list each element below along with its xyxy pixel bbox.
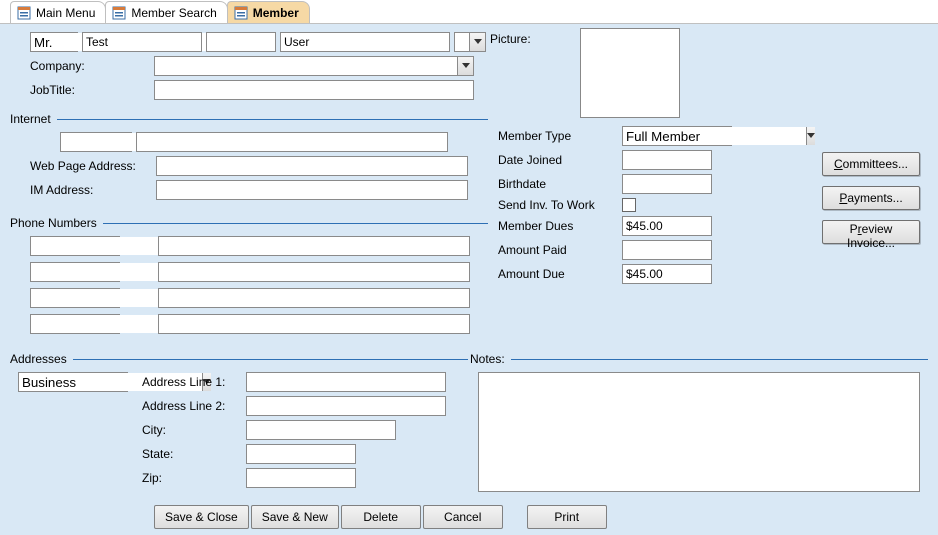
preview-invoice-button[interactable]: Preview Invoice... xyxy=(822,220,920,244)
member-type-label: Member Type xyxy=(498,129,618,143)
address-type-combo[interactable] xyxy=(18,372,128,392)
birthdate-field[interactable] xyxy=(622,174,712,194)
amount-paid-field[interactable] xyxy=(622,240,712,260)
phone-number-field[interactable] xyxy=(158,288,470,308)
company-label: Company: xyxy=(30,59,150,73)
form-icon xyxy=(234,6,248,20)
tab-label: Main Menu xyxy=(36,6,95,20)
tab-bar: Main Menu Member Search Member xyxy=(0,0,938,24)
last-name-field[interactable] xyxy=(280,32,450,52)
addresses-section: Addresses Address Line 1: Address Line 2… xyxy=(18,352,468,492)
city-field[interactable] xyxy=(246,420,396,440)
amount-due-label: Amount Due xyxy=(498,267,618,281)
internet-legend: Internet xyxy=(10,112,57,126)
picture-box[interactable] xyxy=(580,28,680,118)
print-button[interactable]: Print xyxy=(527,505,607,529)
addr2-label: Address Line 2: xyxy=(142,399,242,413)
form-icon xyxy=(112,6,126,20)
jobtitle-label: JobTitle: xyxy=(30,83,150,97)
phone-type-combo[interactable] xyxy=(30,288,120,308)
phone-number-field[interactable] xyxy=(158,262,470,282)
picture-label: Picture: xyxy=(490,32,531,46)
send-inv-label: Send Inv. To Work xyxy=(498,198,618,212)
state-field[interactable] xyxy=(246,444,356,464)
chevron-down-icon[interactable] xyxy=(469,33,485,51)
webpage-field[interactable] xyxy=(156,156,468,176)
addresses-legend: Addresses xyxy=(10,352,73,366)
delete-button[interactable]: Delete xyxy=(341,505,421,529)
im-field[interactable] xyxy=(156,180,468,200)
company-field[interactable] xyxy=(155,57,457,75)
email-field[interactable] xyxy=(136,132,448,152)
internet-section: Internet Web Page Address: IM Address: xyxy=(18,112,488,204)
tab-member[interactable]: Member xyxy=(227,1,310,23)
addr1-label: Address Line 1: xyxy=(142,375,242,389)
date-joined-label: Date Joined xyxy=(498,153,618,167)
notes-field[interactable] xyxy=(478,372,920,492)
webpage-label: Web Page Address: xyxy=(30,159,152,173)
tab-main-menu[interactable]: Main Menu xyxy=(10,1,106,23)
save-close-button[interactable]: Save & Close xyxy=(154,505,249,529)
phone-type-combo[interactable] xyxy=(30,314,120,334)
suffix-field[interactable] xyxy=(455,33,469,51)
addr2-field[interactable] xyxy=(246,396,446,416)
company-combo[interactable] xyxy=(154,56,474,76)
member-type-field[interactable] xyxy=(623,127,806,145)
zip-label: Zip: xyxy=(142,471,242,485)
send-inv-checkbox[interactable] xyxy=(622,198,636,212)
suffix-combo[interactable] xyxy=(454,32,486,52)
jobtitle-field[interactable] xyxy=(154,80,474,100)
first-name-field[interactable] xyxy=(82,32,202,52)
im-label: IM Address: xyxy=(30,183,152,197)
chevron-down-icon[interactable] xyxy=(806,127,815,145)
birthdate-label: Birthdate xyxy=(498,177,618,191)
title-combo[interactable] xyxy=(30,32,78,52)
amount-paid-label: Amount Paid xyxy=(498,243,618,257)
member-type-combo[interactable] xyxy=(622,126,732,146)
amount-due-field[interactable] xyxy=(622,264,712,284)
zip-field[interactable] xyxy=(246,468,356,488)
chevron-down-icon[interactable] xyxy=(457,57,473,75)
tab-label: Member Search xyxy=(131,6,216,20)
phone-type-combo[interactable] xyxy=(30,236,120,256)
form-toolbar: Save & Close Save & New Delete Cancel Pr… xyxy=(154,505,928,529)
city-label: City: xyxy=(142,423,242,437)
phone-number-field[interactable] xyxy=(158,236,470,256)
save-new-button[interactable]: Save & New xyxy=(251,505,339,529)
notes-label: Notes: xyxy=(470,352,511,366)
date-joined-field[interactable] xyxy=(622,150,712,170)
phones-legend: Phone Numbers xyxy=(10,216,103,230)
member-dues-field[interactable] xyxy=(622,216,712,236)
tab-member-search[interactable]: Member Search xyxy=(105,1,227,23)
member-dues-label: Member Dues xyxy=(498,219,618,233)
phone-section: Phone Numbers xyxy=(18,216,488,340)
state-label: State: xyxy=(142,447,242,461)
middle-name-field[interactable] xyxy=(206,32,276,52)
phone-type-combo[interactable] xyxy=(30,262,120,282)
notes-section: Notes: xyxy=(478,352,928,495)
phone-number-field[interactable] xyxy=(158,314,470,334)
committees-button[interactable]: CCommittees...ommittees... xyxy=(822,152,920,176)
tab-label: Member xyxy=(253,6,299,20)
payments-button[interactable]: Payments... xyxy=(822,186,920,210)
email-type-combo[interactable] xyxy=(60,132,132,152)
cancel-button[interactable]: Cancel xyxy=(423,505,503,529)
right-button-panel: CCommittees...ommittees... Payments... P… xyxy=(822,152,920,244)
form-icon xyxy=(17,6,31,20)
addr1-field[interactable] xyxy=(246,372,446,392)
